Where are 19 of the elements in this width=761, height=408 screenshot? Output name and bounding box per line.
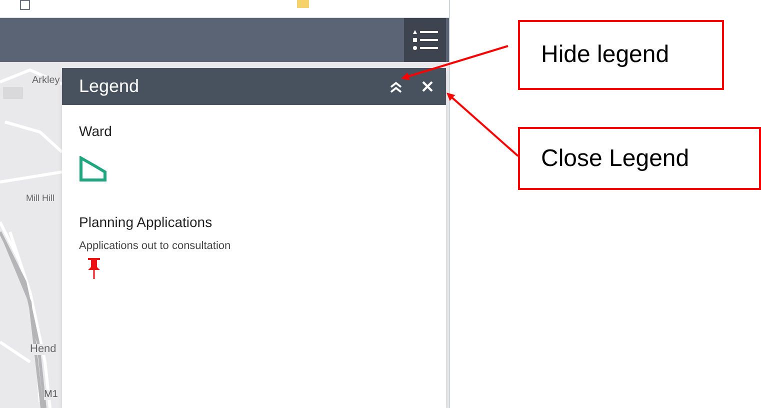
legend-button[interactable]	[404, 18, 446, 62]
layer-title: Planning Applications	[79, 213, 214, 232]
pushpin-icon	[87, 256, 101, 278]
checkbox-icon	[20, 0, 30, 10]
place-label: Hend	[30, 344, 56, 355]
list-icon	[412, 28, 438, 52]
place-label: Mill Hill	[26, 194, 54, 203]
layer-title: Ward	[79, 122, 113, 141]
close-button[interactable]	[420, 80, 434, 94]
symbol-label: Applications out to consultation	[79, 239, 232, 254]
close-icon	[422, 81, 432, 92]
callout: Close Legend	[518, 127, 761, 190]
callout: Hide legend	[518, 20, 724, 90]
legend-title: Legend	[79, 75, 140, 98]
folder-icon	[297, 0, 309, 8]
road-label: M1	[44, 390, 58, 400]
place-label: Arkley	[32, 76, 60, 86]
polygon-symbol-icon	[79, 156, 107, 182]
double-chevron-icon	[389, 80, 403, 92]
